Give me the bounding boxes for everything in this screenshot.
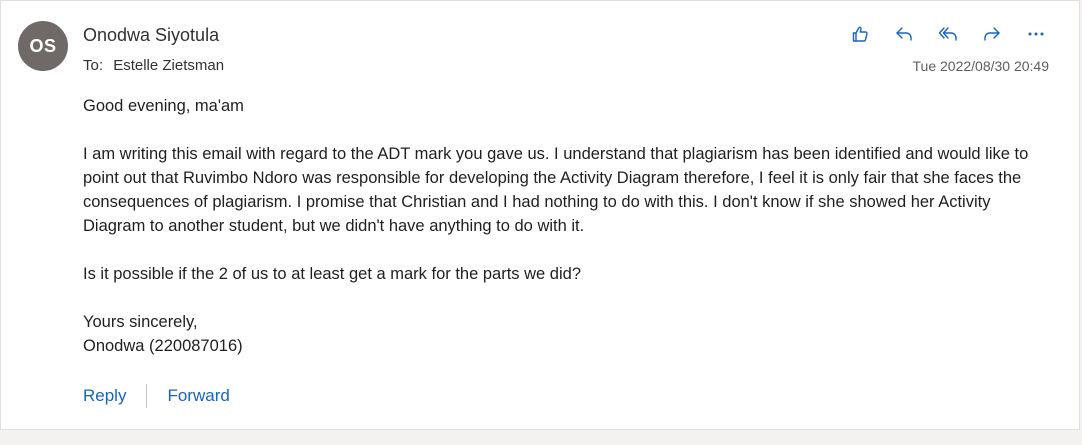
thumbs-up-icon	[852, 26, 868, 42]
greeting: Good evening, ma'am	[83, 97, 244, 115]
signature: Onodwa (220087016)	[83, 337, 243, 355]
recipient-line: To: Estelle Zietsman	[83, 57, 224, 74]
reply-all-icon-button[interactable]	[933, 19, 963, 49]
reply-all-icon	[938, 27, 957, 41]
avatar-initials: OS	[29, 35, 57, 56]
avatar[interactable]: OS	[18, 21, 68, 71]
email-message: OS Onodwa Siyotula To: Estelle Zietsman	[0, 0, 1080, 430]
like-button[interactable]	[845, 19, 875, 49]
to-label: To:	[83, 57, 104, 74]
reply-button[interactable]: Reply	[83, 386, 126, 406]
forward-button[interactable]: Forward	[167, 386, 229, 406]
body-paragraph: Is it possible if the 2 of us to at leas…	[83, 265, 582, 283]
more-icon	[1028, 32, 1044, 36]
more-actions-button[interactable]	[1021, 19, 1051, 49]
divider	[146, 384, 148, 408]
message-body: Good evening, ma'am I am writing this em…	[83, 94, 1043, 358]
reply-icon	[896, 27, 912, 41]
recipient-name[interactable]: Estelle Zietsman	[113, 57, 224, 74]
forward-icon	[984, 27, 1000, 41]
reply-icon-button[interactable]	[889, 19, 919, 49]
body-paragraph: I am writing this email with regard to t…	[83, 145, 1029, 235]
timestamp: Tue 2022/08/30 20:49	[912, 58, 1050, 74]
reply-footer: Reply Forward	[83, 384, 230, 408]
message-actions	[845, 19, 1051, 49]
forward-icon-button[interactable]	[977, 19, 1007, 49]
sender-name[interactable]: Onodwa Siyotula	[83, 25, 219, 46]
closing: Yours sincerely,	[83, 313, 198, 331]
